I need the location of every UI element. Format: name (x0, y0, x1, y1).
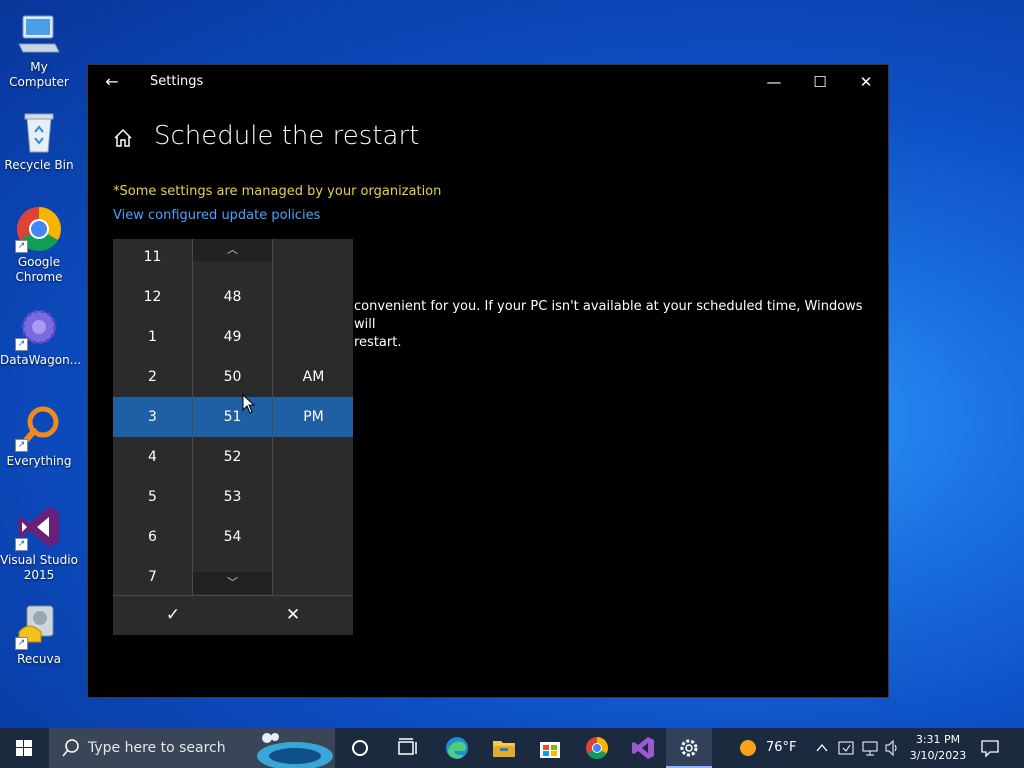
weather-widget[interactable]: 76°F (740, 728, 797, 768)
description-text: convenient for you. If your PC isn't ava… (354, 298, 874, 352)
dismiss-button[interactable]: ✕ (233, 596, 353, 635)
settings-icon[interactable] (666, 728, 712, 768)
desktop-icon-datawagon[interactable]: ↗ DataWagon... (0, 303, 82, 368)
taskbar-search-box[interactable]: Type here to search (49, 728, 335, 768)
maximize-button[interactable]: ☐ (797, 65, 843, 99)
desktop-icon-visual-studio[interactable]: ↗ Visual Studio 2015 (0, 503, 78, 583)
shortcut-arrow-icon: ↗ (15, 240, 28, 253)
minute-item[interactable]: 50 (193, 357, 272, 397)
task-view-icon[interactable] (384, 728, 430, 768)
shortcut-arrow-icon: ↗ (15, 637, 28, 650)
edge-icon[interactable] (434, 728, 480, 768)
hour-item[interactable]: 6 (113, 517, 192, 557)
minute-item-selected[interactable]: 51 (193, 397, 272, 437)
hour-item[interactable]: 5 (113, 477, 192, 517)
period-item-am[interactable]: AM (274, 357, 353, 397)
visual-studio-icon: ↗ (15, 503, 63, 551)
scroll-down-button[interactable]: ﹀ (193, 572, 272, 594)
period-column[interactable]: AM PM (274, 239, 353, 595)
close-button[interactable]: ✕ (843, 65, 889, 99)
minute-item[interactable]: 48 (193, 277, 272, 317)
notifications-icon[interactable] (980, 738, 1000, 758)
hour-item[interactable]: 7 (113, 557, 192, 595)
minute-item[interactable]: 52 (193, 437, 272, 477)
page-title: Schedule the restart (154, 121, 420, 151)
description-line: convenient for you. If your PC isn't ava… (354, 299, 863, 332)
hour-item-selected[interactable]: 3 (113, 397, 192, 437)
hour-item[interactable]: 1 (113, 317, 192, 357)
recycle-bin-icon (15, 108, 63, 156)
desktop-icon-my-computer[interactable]: My Computer (0, 10, 78, 90)
search-placeholder: Type here to search (88, 740, 226, 756)
home-icon[interactable] (112, 127, 134, 149)
desktop-icon-label: Recuva (17, 652, 61, 666)
desktop-icon-label: My Computer (9, 60, 69, 89)
minute-item[interactable]: 54 (193, 517, 272, 557)
file-explorer-icon[interactable] (481, 728, 527, 768)
desktop-icon-label: Google Chrome (15, 255, 63, 284)
store-icon[interactable] (527, 728, 573, 768)
shortcut-arrow-icon: ↗ (15, 538, 28, 551)
search-icon (61, 738, 81, 758)
recuva-icon: ↗ (15, 602, 63, 650)
chrome-icon[interactable] (574, 728, 620, 768)
hour-item[interactable]: 4 (113, 437, 192, 477)
desktop-icon-everything[interactable]: ↗ Everything (0, 404, 78, 469)
desktop-icon-google-chrome[interactable]: ↗ Google Chrome (0, 205, 78, 285)
period-item-pm-selected[interactable]: PM (274, 397, 353, 437)
minimize-button[interactable]: — (751, 65, 797, 99)
clock-date: 3/10/2023 (909, 749, 967, 762)
chrome-icon: ↗ (15, 205, 63, 253)
settings-window: ← Settings — ☐ ✕ Schedule the restart *S… (87, 64, 889, 698)
view-update-policies-link[interactable]: View configured update policies (113, 208, 320, 223)
chevron-up-icon[interactable] (816, 728, 828, 768)
hour-item[interactable]: 12 (113, 277, 192, 317)
shortcut-arrow-icon: ↗ (15, 439, 28, 452)
mouse-cursor-icon (242, 393, 256, 414)
start-button[interactable] (0, 728, 48, 768)
accept-button[interactable]: ✓ (113, 596, 233, 635)
volume-icon[interactable] (884, 728, 900, 768)
taskbar-clock[interactable]: 3:31 PM 3/10/2023 (908, 732, 968, 764)
hour-column[interactable]: 11 12 1 2 3 4 5 6 7 (113, 239, 193, 595)
weather-temperature: 76°F (766, 740, 797, 755)
hour-item[interactable]: 11 (113, 239, 192, 277)
minute-column[interactable]: ︿ 48 49 50 51 52 53 54 ﹀ (193, 239, 273, 595)
description-line: restart. (354, 335, 402, 350)
desktop-icon-label: Visual Studio 2015 (0, 553, 78, 582)
cortana-icon[interactable] (337, 728, 383, 768)
managed-settings-note: *Some settings are managed by your organ… (113, 184, 442, 199)
window-title: Settings (150, 74, 204, 89)
datawagon-icon: ↗ (15, 303, 63, 351)
back-button[interactable]: ← (102, 72, 122, 92)
computer-icon (15, 10, 63, 58)
shortcut-arrow-icon: ↗ (15, 338, 28, 351)
sun-icon (740, 739, 756, 756)
visual-studio-icon[interactable] (620, 728, 666, 768)
scroll-up-button[interactable]: ︿ (193, 239, 272, 261)
clock-time: 3:31 PM (915, 733, 961, 746)
desktop-icon-label: Everything (6, 454, 72, 468)
picker-footer: ✓ ✕ (113, 595, 353, 635)
minute-item[interactable]: 53 (193, 477, 272, 517)
hour-item[interactable]: 2 (113, 357, 192, 397)
desktop-icon-recycle-bin[interactable]: Recycle Bin (0, 108, 78, 173)
title-bar: ← Settings — ☐ ✕ (88, 65, 888, 99)
desktop-icon-label: Recycle Bin (4, 158, 74, 172)
everything-search-icon: ↗ (15, 404, 63, 452)
time-picker-flyout: 11 12 1 2 3 4 5 6 7 ︿ 48 49 50 51 52 53 … (113, 239, 353, 635)
network-icon[interactable] (862, 728, 878, 768)
desktop-icon-recuva[interactable]: ↗ Recuva (0, 602, 78, 667)
taskbar: Type here to search 76°F 3:31 PM 3/10/20… (0, 728, 1024, 768)
desktop-icon-label: DataWagon... (0, 353, 82, 367)
minute-item[interactable]: 49 (193, 317, 272, 357)
windows-logo-icon (16, 740, 32, 756)
security-icon[interactable] (838, 728, 854, 768)
search-highlight-art-icon (253, 732, 335, 768)
